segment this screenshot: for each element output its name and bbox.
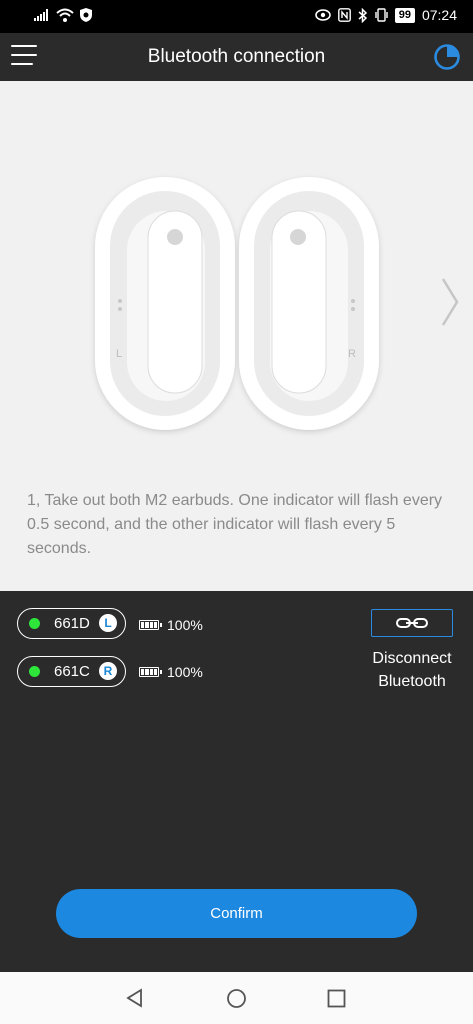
disconnect-button[interactable] bbox=[371, 609, 453, 637]
device-name: 661C bbox=[54, 663, 90, 680]
signal-icon bbox=[34, 9, 48, 21]
wifi-icon bbox=[56, 8, 74, 22]
case-label-right: R bbox=[348, 348, 356, 360]
chevron-right-icon[interactable] bbox=[440, 277, 460, 327]
shield-icon bbox=[80, 8, 92, 22]
connected-dot bbox=[29, 618, 40, 629]
link-icon bbox=[396, 618, 428, 628]
battery-icon bbox=[139, 667, 162, 677]
home-icon[interactable] bbox=[226, 988, 247, 1009]
device-panel: 661D L 100% 661C R 100% Disconnect Bluet… bbox=[0, 591, 473, 972]
battery-icon bbox=[139, 620, 162, 630]
battery-row-right: 100% bbox=[139, 664, 203, 680]
instruction-panel: L R 1, Take out both M2 earbuds. One ind… bbox=[0, 81, 473, 591]
system-nav-bar bbox=[0, 972, 473, 1024]
eye-icon bbox=[314, 9, 331, 21]
disconnect-label[interactable]: Disconnect Bluetooth bbox=[353, 647, 471, 693]
battery-level: 100% bbox=[167, 617, 203, 633]
case-label-left: L bbox=[116, 348, 122, 360]
bluetooth-icon bbox=[358, 7, 367, 23]
battery-level: 100% bbox=[167, 664, 203, 680]
battery-row-left: 100% bbox=[139, 617, 203, 633]
recents-icon[interactable] bbox=[327, 989, 346, 1008]
device-pill-right[interactable]: 661C R bbox=[17, 656, 126, 687]
clock: 07:24 bbox=[421, 7, 457, 23]
confirm-button[interactable]: Confirm bbox=[56, 889, 417, 938]
app-bar: Bluetooth connection bbox=[0, 33, 473, 81]
vibrate-icon bbox=[375, 8, 388, 22]
device-pill-left[interactable]: 661D L bbox=[17, 608, 126, 639]
side-badge: L bbox=[99, 614, 117, 632]
battery-indicator: 99 bbox=[394, 7, 415, 23]
instruction-text: 1, Take out both M2 earbuds. One indicat… bbox=[27, 492, 443, 557]
status-bar: 99 07:24 bbox=[0, 0, 473, 33]
device-name: 661D bbox=[54, 615, 90, 632]
back-icon[interactable] bbox=[125, 988, 145, 1008]
connected-dot bbox=[29, 666, 40, 677]
earbuds-illustration: L R bbox=[95, 177, 379, 430]
refresh-icon[interactable] bbox=[433, 43, 461, 71]
page-title: Bluetooth connection bbox=[147, 46, 326, 67]
nfc-icon bbox=[337, 8, 351, 22]
side-badge: R bbox=[99, 662, 117, 680]
